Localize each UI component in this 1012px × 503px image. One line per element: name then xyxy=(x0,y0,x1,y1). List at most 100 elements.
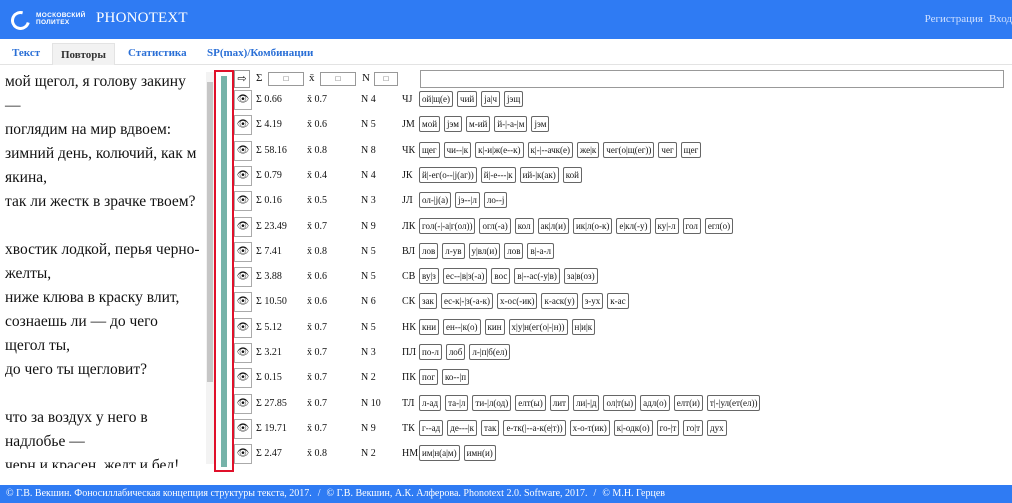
syllable-chip[interactable]: чег xyxy=(658,141,677,158)
syllable-chip[interactable]: елт(ы) xyxy=(515,394,546,411)
syllable-chip[interactable]: л-ув xyxy=(442,242,465,259)
eye-icon[interactable]: 👁 xyxy=(234,267,252,288)
syllable-chip[interactable]: н|и|к xyxy=(571,318,596,335)
eye-icon[interactable]: 👁 xyxy=(234,393,252,414)
eye-icon[interactable]: 👁 xyxy=(234,90,252,110)
syllable-chip[interactable]: егл(о) xyxy=(704,217,734,234)
syllable-chip[interactable]: за|в(оз) xyxy=(563,268,598,285)
syllable-chip[interactable]: ку|-л xyxy=(654,217,679,234)
combination-input[interactable] xyxy=(420,70,1004,88)
n-filter-input[interactable]: □ xyxy=(374,72,398,86)
mean-filter-input[interactable]: □ xyxy=(320,72,356,86)
eye-icon[interactable]: 👁 xyxy=(234,292,252,313)
syllable-chip[interactable]: кни xyxy=(419,318,440,335)
syllable-chip[interactable]: кой xyxy=(562,166,582,183)
polytech-logo-icon[interactable] xyxy=(7,7,34,34)
syllable-chip[interactable]: к-аск(у) xyxy=(541,293,578,310)
syllable-chip[interactable]: к-ас xyxy=(607,293,629,310)
eye-icon[interactable]: 👁 xyxy=(234,368,252,389)
syllable-chip[interactable]: й|-ег(о--|j(аг)) xyxy=(419,166,477,183)
tab-statistics[interactable]: Статистика xyxy=(128,47,187,59)
eye-icon[interactable]: 👁 xyxy=(234,140,252,161)
syllable-chip[interactable]: е|кл(-у) xyxy=(616,217,651,234)
syllable-chip[interactable]: по-л xyxy=(419,344,442,360)
eye-icon[interactable]: 👁 xyxy=(234,418,252,439)
syllable-chip[interactable]: пог xyxy=(419,369,439,386)
syllable-chip[interactable]: ло--j xyxy=(483,192,508,209)
eye-icon[interactable]: 👁 xyxy=(234,216,252,237)
syllable-chip[interactable]: гол xyxy=(682,217,701,234)
syllable-chip[interactable]: к|-и|ж(е--к) xyxy=(475,141,524,158)
syllable-chip[interactable]: ко--|п xyxy=(442,369,470,386)
eye-icon[interactable]: 👁 xyxy=(234,191,252,212)
eye-icon[interactable]: 👁 xyxy=(234,317,252,338)
syllable-chip[interactable]: ой|щ(е) xyxy=(419,91,454,107)
syllable-chip[interactable]: зак xyxy=(419,293,437,310)
syllable-chip[interactable]: щег xyxy=(680,141,702,158)
syllable-chip[interactable]: jэм xyxy=(444,116,462,133)
syllable-chip[interactable]: т|-|ул(ет(ел)) xyxy=(706,394,761,411)
syllable-chip[interactable]: л-|п|б(ел) xyxy=(469,344,511,360)
syllable-chip[interactable]: jэм xyxy=(531,116,550,133)
syllable-chip[interactable]: ий-|к(ак) xyxy=(519,166,559,183)
selection-gutter[interactable] xyxy=(214,70,234,472)
gutter-bar[interactable] xyxy=(221,76,227,467)
syllable-chip[interactable]: з-ух xyxy=(581,293,604,310)
syllable-chip[interactable]: jэ--|л xyxy=(455,192,480,209)
syllable-chip[interactable]: ен--|к(о) xyxy=(443,318,481,335)
syllable-chip[interactable]: ак|л(и) xyxy=(537,217,569,234)
syllable-chip[interactable]: им|н(а|м) xyxy=(419,445,460,462)
syllable-chip[interactable]: ти-|л(од) xyxy=(472,394,512,411)
syllable-chip[interactable]: х-ос(-ик) xyxy=(497,293,538,310)
syllable-chip[interactable]: елт(и) xyxy=(673,394,703,411)
syllable-chip[interactable]: е-тк(|--а-к(е|т)) xyxy=(503,419,566,436)
syllable-chip[interactable]: огл(-а) xyxy=(479,217,511,234)
syllable-chip[interactable]: л-ад xyxy=(419,394,442,411)
syllable-chip[interactable]: адл(о) xyxy=(640,394,670,411)
eye-icon[interactable]: 👁 xyxy=(234,115,252,136)
syllable-chip[interactable]: г--ад xyxy=(419,419,444,436)
syllable-chip[interactable]: та-|л xyxy=(445,394,469,411)
syllable-chip[interactable]: лит xyxy=(549,394,569,411)
syllable-chip[interactable]: в|-а-л xyxy=(527,242,555,259)
syllable-chip[interactable]: гол(-|-а|г(ол)) xyxy=(419,217,476,234)
syllable-chip[interactable]: ли|-|д xyxy=(572,394,600,411)
login-link[interactable]: Вход xyxy=(989,13,1012,25)
syllable-chip[interactable]: щег xyxy=(419,141,440,158)
syllable-chip[interactable]: х-о-т(ик) xyxy=(569,419,610,436)
syllable-chip[interactable]: й-|-а-|м xyxy=(494,116,528,133)
syllable-chip[interactable]: же|к xyxy=(577,141,600,158)
syllable-chip[interactable]: кол xyxy=(514,217,534,234)
syllable-chip[interactable]: го|т xyxy=(683,419,704,436)
syllable-chip[interactable]: ja|ч xyxy=(481,91,501,107)
syllable-chip[interactable]: ес--|в|з(-а) xyxy=(442,268,488,285)
syllable-chip[interactable]: лоб xyxy=(445,344,466,360)
syllable-chip[interactable]: чи--|к xyxy=(443,141,472,158)
syllable-chip[interactable]: й|-е---|к xyxy=(480,166,516,183)
tab-sp-combinations[interactable]: SP(max)/Комбинации xyxy=(207,47,313,59)
tab-text[interactable]: Текст xyxy=(12,47,40,59)
register-link[interactable]: Регистрация xyxy=(925,13,983,25)
tab-repeats[interactable]: Повторы xyxy=(52,43,115,65)
syllable-chip[interactable]: ву|з xyxy=(419,268,439,285)
syllable-chip[interactable]: к|-|--ачк(е) xyxy=(527,141,574,158)
syllable-chip[interactable]: ол|т(ы) xyxy=(603,394,637,411)
poem-scrollbar[interactable] xyxy=(206,72,214,464)
syllable-chip[interactable]: ес-к|-|з(-а-к) xyxy=(440,293,494,310)
syllable-chip[interactable]: jэщ xyxy=(504,91,524,107)
syllable-chip[interactable]: го-|т xyxy=(656,419,680,436)
eye-icon[interactable]: 👁 xyxy=(234,165,252,186)
syllable-chip[interactable]: лов xyxy=(419,242,439,259)
logo-text[interactable]: МОСКОВСКИЙ ПОЛИТЕХ xyxy=(36,12,86,26)
syllable-chip[interactable]: к|-одк(о) xyxy=(613,419,653,436)
eye-icon[interactable]: 👁 xyxy=(234,241,252,262)
syllable-chip[interactable]: мой xyxy=(419,116,441,133)
app-title[interactable]: PHONOTEXT xyxy=(96,10,188,27)
syllable-chip[interactable]: имн(и) xyxy=(463,445,496,462)
eye-icon[interactable]: 👁 xyxy=(234,343,252,363)
syllable-chip[interactable]: кин xyxy=(484,318,505,335)
syllable-chip[interactable]: х|у|н(ег(о|-|н)) xyxy=(508,318,568,335)
syllable-chip[interactable]: чий xyxy=(457,91,478,107)
syllable-chip[interactable]: ик|л(о-к) xyxy=(572,217,613,234)
poem-text-panel[interactable]: мой щегол, я голову закину — поглядим на… xyxy=(0,70,210,468)
